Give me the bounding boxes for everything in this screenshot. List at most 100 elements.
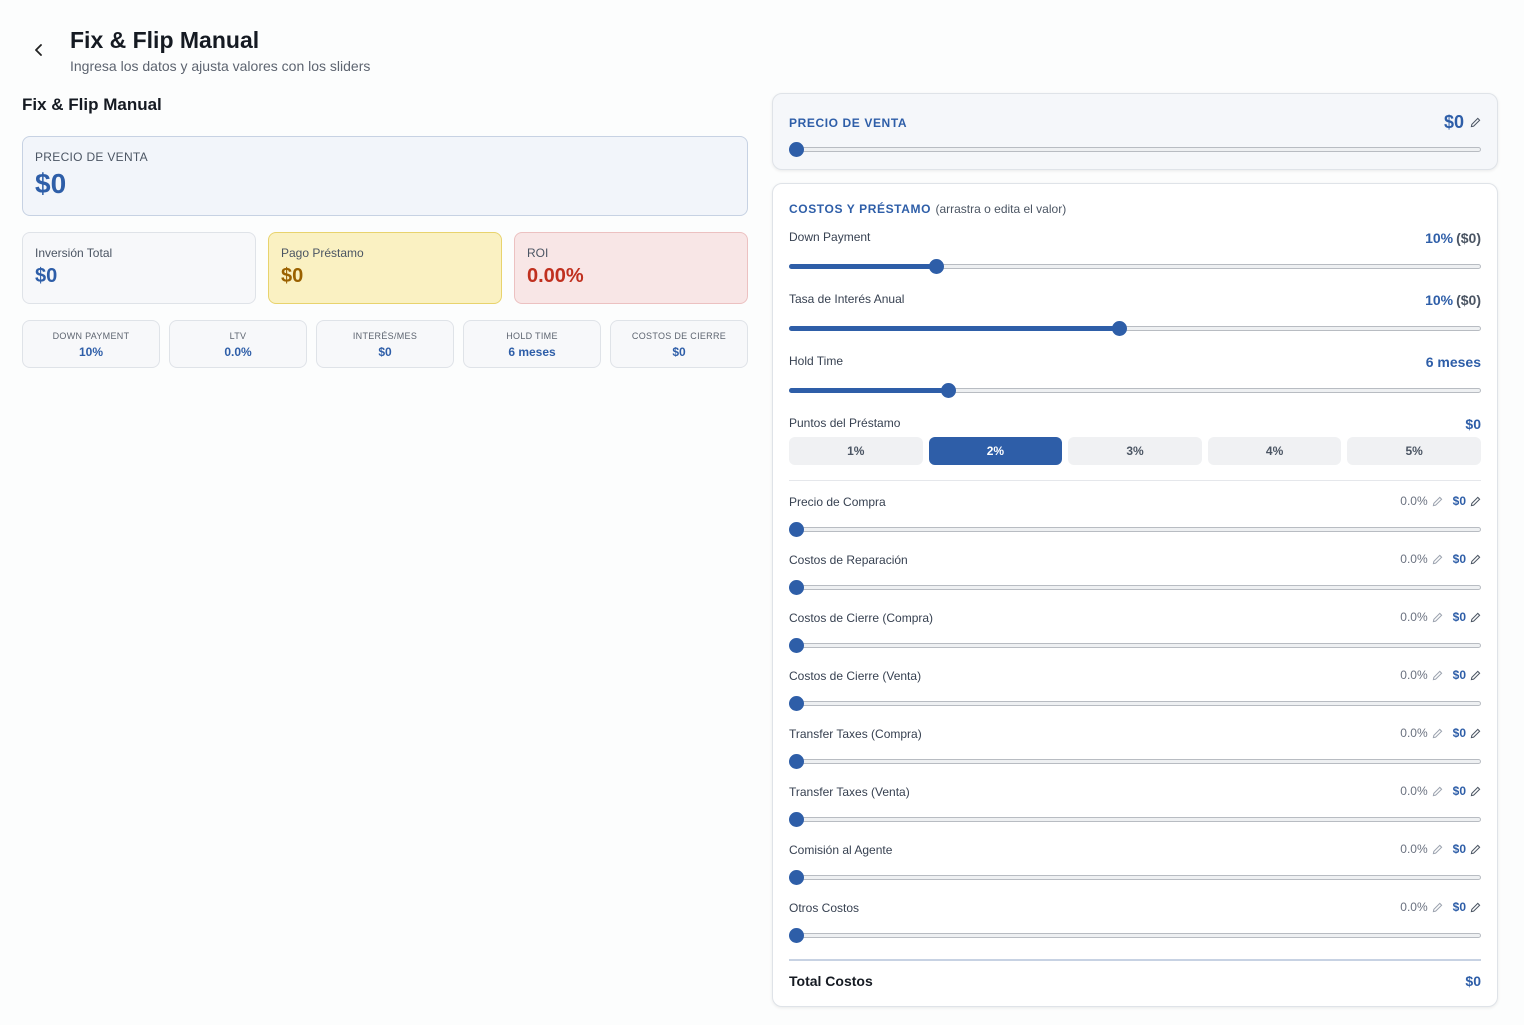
cost-slider[interactable] — [789, 695, 1481, 711]
slider-thumb[interactable] — [789, 928, 804, 943]
divider — [789, 480, 1481, 481]
slider-thumb[interactable] — [789, 696, 804, 711]
pencil-icon[interactable] — [1470, 117, 1481, 128]
cost-percent[interactable]: 0.0% — [1400, 610, 1427, 624]
cost-amount[interactable]: $0 — [1453, 900, 1466, 914]
cost-percent[interactable]: 0.0% — [1400, 726, 1427, 740]
cost-percent[interactable]: 0.0% — [1400, 552, 1427, 566]
pencil-icon[interactable] — [1432, 786, 1443, 797]
pencil-icon[interactable] — [1470, 844, 1481, 855]
cost-amount[interactable]: $0 — [1453, 494, 1466, 508]
cost-amount[interactable]: $0 — [1453, 784, 1466, 798]
pencil-icon[interactable] — [1470, 670, 1481, 681]
points-option-3[interactable]: 3% — [1068, 437, 1202, 465]
points-option-2[interactable]: 2% — [928, 437, 1063, 465]
divider — [789, 959, 1481, 961]
cost-value: 0.0% $0 — [1400, 494, 1481, 508]
cost-percent[interactable]: 0.0% — [1400, 900, 1427, 914]
cost-percent[interactable]: 0.0% — [1400, 494, 1427, 508]
cost-slider[interactable] — [789, 579, 1481, 595]
pencil-icon[interactable] — [1432, 728, 1443, 739]
mini-label: HOLD TIME — [506, 331, 558, 341]
hold-time-slider[interactable] — [789, 382, 1481, 398]
back-button[interactable] — [30, 40, 48, 60]
sale-price-panel-label: PRECIO DE VENTA — [789, 115, 908, 130]
interest-rate-value[interactable]: 10% ($0) — [1425, 292, 1481, 308]
slider-track — [789, 147, 1481, 152]
summary-column: Fix & Flip Manual PRECIO DE VENTA $0 Inv… — [22, 93, 748, 368]
slider-thumb[interactable] — [940, 383, 956, 398]
slider-thumb[interactable] — [789, 754, 804, 769]
pencil-icon[interactable] — [1432, 902, 1443, 913]
slider-thumb[interactable] — [789, 580, 804, 595]
slider-track — [789, 701, 1481, 706]
pencil-icon[interactable] — [1432, 612, 1443, 623]
total-costs-label: Total Costos — [789, 973, 873, 989]
cost-slider[interactable] — [789, 637, 1481, 653]
mini-stat-down-payment: DOWN PAYMENT 10% — [22, 320, 160, 368]
pencil-icon[interactable] — [1470, 902, 1481, 913]
slider-thumb[interactable] — [789, 812, 804, 827]
interest-rate-slider[interactable] — [789, 320, 1481, 336]
mini-stat-interest: INTERÉS/MES $0 — [316, 320, 454, 368]
cost-amount[interactable]: $0 — [1453, 726, 1466, 740]
sale-price-value: $0 — [35, 168, 67, 199]
slider-thumb[interactable] — [789, 522, 804, 537]
slider-thumb[interactable] — [789, 870, 804, 885]
slider-track — [789, 817, 1481, 822]
cost-slider[interactable] — [789, 811, 1481, 827]
sale-price-edit[interactable]: $0 — [1444, 112, 1481, 133]
pencil-icon[interactable] — [1470, 496, 1481, 507]
cost-slider[interactable] — [789, 927, 1481, 943]
points-option-1[interactable]: 1% — [789, 437, 923, 465]
hold-time-label: Hold Time — [789, 354, 844, 368]
mini-value: $0 — [378, 345, 392, 359]
cost-amount[interactable]: $0 — [1453, 610, 1466, 624]
cost-label: Transfer Taxes (Compra) — [789, 727, 922, 741]
cost-label: Otros Costos — [789, 901, 860, 915]
pencil-icon[interactable] — [1470, 786, 1481, 797]
card-label: Pago Préstamo — [281, 246, 364, 260]
cost-slider[interactable] — [789, 521, 1481, 537]
down-payment-value[interactable]: 10% ($0) — [1425, 230, 1481, 246]
slider-track — [789, 585, 1481, 590]
cost-amount[interactable]: $0 — [1453, 842, 1466, 856]
pencil-icon[interactable] — [1470, 554, 1481, 565]
pencil-icon[interactable] — [1432, 554, 1443, 565]
mini-label: INTERÉS/MES — [352, 331, 418, 341]
cost-amount[interactable]: $0 — [1453, 552, 1466, 566]
points-option-5[interactable]: 5% — [1347, 437, 1481, 465]
card-value: 0.00% — [527, 265, 584, 287]
cost-value: 0.0% $0 — [1400, 552, 1481, 566]
pencil-icon[interactable] — [1432, 844, 1443, 855]
mini-stat-hold-time: HOLD TIME 6 meses — [463, 320, 601, 368]
slider-track — [789, 759, 1481, 764]
total-investment-card: Inversión Total $0 — [22, 232, 256, 304]
loan-points-value: $0 — [1465, 416, 1481, 432]
mini-label: COSTOS DE CIERRE — [631, 331, 727, 341]
slider-thumb[interactable] — [789, 638, 804, 653]
cost-percent[interactable]: 0.0% — [1400, 784, 1427, 798]
cost-percent[interactable]: 0.0% — [1400, 668, 1427, 682]
mini-value: $0 — [672, 345, 686, 359]
loan-payment-card: Pago Préstamo $0 — [268, 232, 502, 304]
sale-price-slider[interactable] — [789, 141, 1481, 157]
cost-value: 0.0% $0 — [1400, 668, 1481, 682]
pencil-icon[interactable] — [1470, 612, 1481, 623]
slider-fill — [789, 388, 948, 393]
points-option-4[interactable]: 4% — [1207, 437, 1342, 465]
pencil-icon[interactable] — [1432, 496, 1443, 507]
interest-rate-amount: ($0) — [1456, 292, 1481, 308]
slider-thumb[interactable] — [789, 142, 804, 157]
down-payment-amount: ($0) — [1456, 230, 1481, 246]
cost-percent[interactable]: 0.0% — [1400, 842, 1427, 856]
pencil-icon[interactable] — [1470, 728, 1481, 739]
slider-thumb[interactable] — [1111, 321, 1127, 336]
cost-label: Costos de Reparación — [789, 553, 908, 567]
cost-amount[interactable]: $0 — [1453, 668, 1466, 682]
cost-slider[interactable] — [789, 753, 1481, 769]
slider-thumb[interactable] — [928, 259, 944, 274]
pencil-icon[interactable] — [1432, 670, 1443, 681]
cost-slider[interactable] — [789, 869, 1481, 885]
down-payment-slider[interactable] — [789, 258, 1481, 274]
